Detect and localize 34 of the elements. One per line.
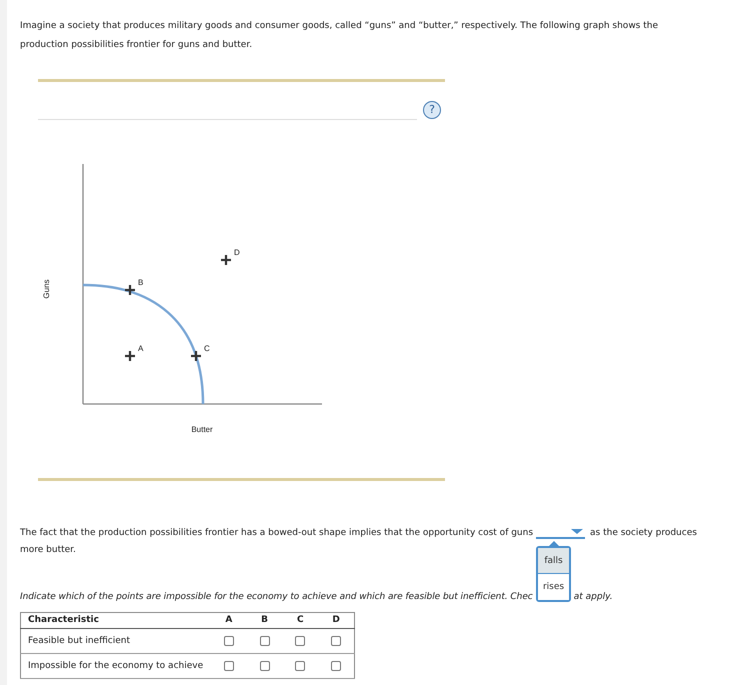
intro-paragraph: Imagine a society that produces military goods and consumer goods, called “guns” and “butter,” respectively. The following graph shows the production possibilities frontier for guns and butter. — [20, 20, 659, 52]
plus-marker-icon — [221, 255, 231, 265]
checkbox[interactable] — [224, 636, 234, 646]
question-text: more butter. — [20, 544, 76, 557]
column-header: Characteristic — [28, 615, 99, 625]
point-label: B — [138, 278, 144, 287]
checkbox[interactable] — [295, 636, 306, 646]
help-button[interactable]: ? — [423, 101, 441, 119]
question-text: as the society produces — [590, 527, 697, 540]
instruction-text: at apply. — [574, 591, 613, 604]
point-label: A — [138, 344, 144, 353]
axis-label: Butter — [191, 425, 213, 434]
dropdown-option[interactable]: falls — [538, 548, 570, 574]
plus-marker-icon — [125, 285, 135, 295]
axis-label: Guns — [42, 279, 52, 299]
plus-marker-icon — [125, 351, 135, 361]
checkbox[interactable] — [260, 660, 270, 671]
column-header: B — [261, 615, 268, 625]
checkbox[interactable] — [295, 660, 306, 671]
column-header: C — [297, 615, 304, 625]
instruction-text: Indicate which of the points are impossible for the economy to achieve and which are feasible but inefficient. Chec — [20, 591, 533, 604]
point-label: C — [204, 344, 210, 353]
checkbox[interactable] — [331, 636, 342, 646]
checkbox[interactable] — [260, 636, 270, 646]
checkbox[interactable] — [224, 660, 234, 671]
row-label: Impossible for the economy to achieve — [28, 661, 204, 671]
row-label: Feasible but inefficient — [28, 636, 130, 646]
question-text: The fact that the production possibilities frontier has a bowed-out shape implies that the opportunity cost of guns — [20, 527, 534, 540]
caret-icon — [571, 528, 584, 534]
checkbox[interactable] — [331, 660, 342, 671]
plus-marker-icon — [191, 351, 201, 361]
point-label: D — [234, 248, 240, 257]
column-header: D — [332, 615, 340, 625]
column-header: A — [225, 615, 232, 625]
